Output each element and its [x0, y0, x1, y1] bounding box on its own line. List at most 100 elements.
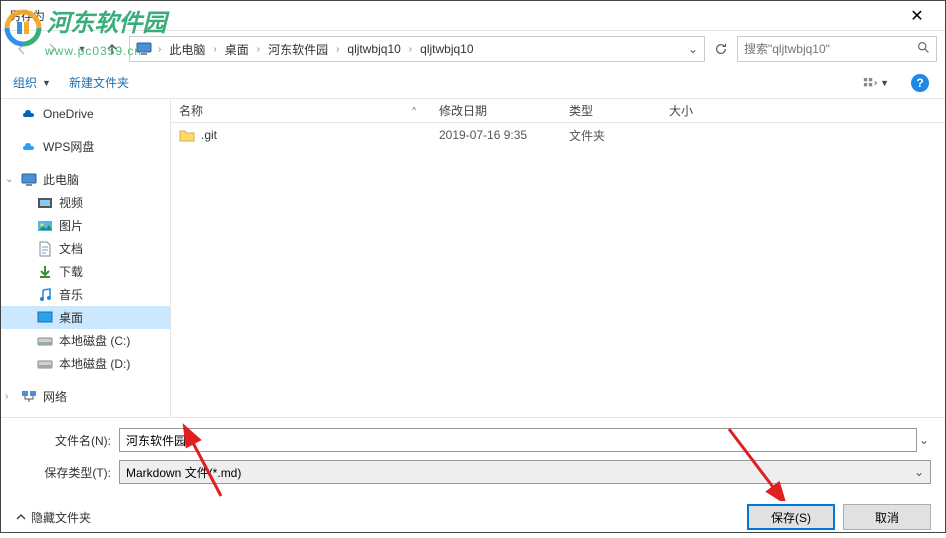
breadcrumb[interactable]: 桌面	[223, 41, 251, 58]
filename-dropdown[interactable]: ⌄	[917, 433, 931, 447]
network-icon	[21, 389, 37, 405]
up-button[interactable]	[99, 36, 125, 62]
sidebar-item-label: WPS网盘	[43, 138, 94, 155]
hide-folders-label: 隐藏文件夹	[31, 509, 91, 526]
video-icon	[37, 195, 53, 211]
cancel-label: 取消	[875, 509, 899, 526]
file-date-cell: 2019-07-16 9:35	[431, 128, 561, 142]
sidebar-item-label: 文档	[59, 240, 83, 257]
window-title: 另存为	[9, 7, 897, 24]
breadcrumb[interactable]: qljtwbjq10	[418, 42, 475, 56]
sidebar-item-pc[interactable]: ⌄ 此电脑	[1, 168, 170, 191]
filetype-select[interactable]: Markdown 文件(*.md) ⌄	[119, 460, 931, 484]
search-input[interactable]	[744, 42, 917, 56]
sidebar-item-music[interactable]: 音乐	[1, 283, 170, 306]
close-button[interactable]: ✕	[897, 2, 937, 30]
filename-label: 文件名(N):	[15, 432, 119, 449]
picture-icon	[37, 218, 53, 234]
column-date[interactable]: 修改日期	[431, 102, 561, 119]
chevron-right-icon: ›	[154, 44, 165, 55]
sidebar-item-network[interactable]: › 网络	[1, 385, 170, 408]
save-panel: 文件名(N): ⌄ 保存类型(T): Markdown 文件(*.md) ⌄ 隐…	[1, 417, 945, 538]
pc-icon	[136, 42, 152, 56]
filename-input[interactable]	[119, 428, 917, 452]
sidebar-item-drive[interactable]: 本地磁盘 (D:)	[1, 352, 170, 375]
sidebar-item-video[interactable]: 视频	[1, 191, 170, 214]
sidebar-item-download[interactable]: 下载	[1, 260, 170, 283]
breadcrumb[interactable]: 此电脑	[167, 41, 207, 58]
chevron-up-icon	[15, 511, 27, 523]
chevron-icon: ⌄	[5, 174, 13, 185]
sidebar-item-picture[interactable]: 图片	[1, 214, 170, 237]
button-row: 隐藏文件夹 保存(S) 取消	[15, 504, 931, 530]
document-icon	[37, 241, 53, 257]
sidebar-item-document[interactable]: 文档	[1, 237, 170, 260]
nav-row: ▾ › 此电脑 › 桌面 › 河东软件园 › qljtwbjq10 › qljt…	[1, 31, 945, 67]
main-area: OneDrive WPS网盘 ⌄ 此电脑视频图片文档下载音乐桌面本地磁盘 (C:) 本地…	[1, 99, 945, 417]
chevron-right-icon: ›	[209, 44, 220, 55]
view-options-button[interactable]: ▼	[863, 71, 889, 95]
download-icon	[37, 264, 53, 280]
sidebar-item-desktop[interactable]: 桌面	[1, 306, 170, 329]
sidebar-item-label: 桌面	[59, 309, 83, 326]
search-box[interactable]	[737, 36, 937, 62]
drive-icon	[37, 333, 53, 349]
column-headers: 名称 ^ 修改日期 类型 大小	[171, 99, 945, 123]
organize-label: 组织	[13, 74, 37, 91]
wps-icon	[21, 139, 37, 155]
chevron-down-icon: ▼	[40, 78, 51, 88]
onedrive-icon	[21, 106, 37, 122]
sidebar-item-label: 网络	[43, 388, 67, 405]
chevron-right-icon: ›	[253, 44, 264, 55]
sidebar-item-drive[interactable]: 本地磁盘 (C:)	[1, 329, 170, 352]
sidebar: OneDrive WPS网盘 ⌄ 此电脑视频图片文档下载音乐桌面本地磁盘 (C:) 本地…	[1, 99, 171, 417]
pc-icon	[21, 172, 37, 188]
recent-dropdown[interactable]: ▾	[69, 36, 95, 62]
forward-button[interactable]	[39, 36, 65, 62]
hide-folders-button[interactable]: 隐藏文件夹	[15, 509, 91, 526]
sidebar-item-label: OneDrive	[43, 107, 94, 121]
sidebar-item-onedrive[interactable]: OneDrive	[1, 103, 170, 125]
music-icon	[37, 287, 53, 303]
help-icon: ?	[911, 74, 929, 92]
chevron-right-icon: ›	[405, 44, 416, 55]
desktop-icon	[37, 310, 53, 326]
file-row[interactable]: .git2019-07-16 9:35文件夹	[171, 123, 945, 145]
file-list: 名称 ^ 修改日期 类型 大小 .git2019-07-16 9:35文件夹	[171, 99, 945, 417]
chevron-right-icon: ›	[332, 44, 343, 55]
column-size[interactable]: 大小	[661, 102, 741, 119]
filetype-label: 保存类型(T):	[15, 464, 119, 481]
sidebar-item-wps[interactable]: WPS网盘	[1, 135, 170, 158]
toolbar: 组织 ▼ 新建文件夹 ▼ ?	[1, 67, 945, 99]
sidebar-item-label: 本地磁盘 (D:)	[59, 355, 130, 372]
breadcrumb[interactable]: 河东软件园	[266, 41, 330, 58]
filename-row: 文件名(N): ⌄	[15, 428, 931, 452]
column-type[interactable]: 类型	[561, 102, 661, 119]
save-label: 保存(S)	[771, 509, 811, 526]
column-name-label: 名称	[179, 102, 203, 119]
sidebar-item-label: 下载	[59, 263, 83, 280]
organize-menu[interactable]: 组织 ▼	[13, 74, 51, 91]
chevron-down-icon: ▼	[878, 78, 889, 88]
sidebar-item-label: 视频	[59, 194, 83, 211]
sort-indicator-icon: ^	[412, 106, 416, 115]
titlebar: 另存为 ✕	[1, 1, 945, 31]
new-folder-label: 新建文件夹	[69, 74, 129, 91]
column-name[interactable]: 名称 ^	[171, 102, 431, 119]
breadcrumb[interactable]: qljtwbjq10	[345, 42, 402, 56]
save-button[interactable]: 保存(S)	[747, 504, 835, 530]
refresh-button[interactable]	[709, 37, 733, 61]
chevron-icon: ›	[5, 391, 8, 402]
address-bar[interactable]: › 此电脑 › 桌面 › 河东软件园 › qljtwbjq10 › qljtwb…	[129, 36, 705, 62]
filetype-value: Markdown 文件(*.md)	[126, 464, 241, 481]
sidebar-item-label: 此电脑	[43, 171, 79, 188]
sidebar-item-label: 本地磁盘 (C:)	[59, 332, 130, 349]
filetype-row: 保存类型(T): Markdown 文件(*.md) ⌄	[15, 460, 931, 484]
folder-icon	[179, 128, 195, 142]
address-dropdown[interactable]: ⌄	[688, 42, 698, 56]
file-name-cell: .git	[171, 128, 431, 142]
cancel-button[interactable]: 取消	[843, 504, 931, 530]
back-button[interactable]	[9, 36, 35, 62]
help-button[interactable]: ?	[907, 71, 933, 95]
new-folder-button[interactable]: 新建文件夹	[69, 74, 129, 91]
